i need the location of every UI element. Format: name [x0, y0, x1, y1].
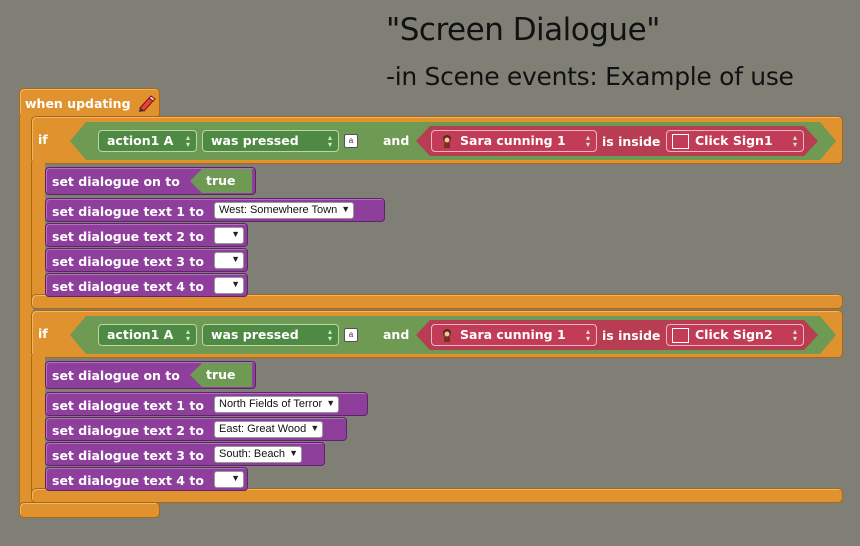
set-dialogue-text-label: set dialogue text 4 to [52, 279, 204, 294]
set-dialogue-text-label: set dialogue text 3 to [52, 448, 204, 463]
if-1-body-strip [31, 162, 45, 298]
region-swatch-icon [672, 134, 689, 149]
actor-dropdown[interactable]: Sara cunning 1 ▴ ▾ [431, 130, 597, 152]
set-dialogue-text-label: set dialogue text 4 to [52, 473, 204, 488]
dialogue-text-dropdown[interactable]: West: Somewhere Town ▼ [214, 202, 355, 219]
updown-icon: ▴ ▾ [792, 327, 797, 343]
dropdown-arrow-icon: ▼ [231, 229, 240, 239]
dropdown-arrow-icon: ▼ [231, 279, 240, 289]
actor-dropdown[interactable]: Sara cunning 1 ▴ ▾ [431, 324, 597, 346]
true-value[interactable]: true [190, 363, 252, 387]
region-swatch-icon [672, 328, 689, 343]
updown-icon: ▴ ▾ [185, 133, 190, 149]
dialogue-text-dropdown[interactable]: ▼ [214, 277, 244, 294]
updown-icon: ▴ ▾ [792, 133, 797, 149]
dialogue-text-dropdown[interactable]: ▼ [214, 471, 244, 488]
relation-label: is inside [602, 328, 661, 343]
set-dialogue-text-block[interactable]: set dialogue text 4 to ▼ [45, 467, 248, 491]
set-dialogue-on-label: set dialogue on to [52, 174, 180, 189]
control-dropdown[interactable]: action1 A ▴ ▾ [98, 130, 197, 152]
if-label: if [38, 132, 48, 147]
dialogue-text-dropdown[interactable]: South: Beach ▼ [214, 446, 303, 463]
updown-icon: ▴ ▾ [327, 327, 332, 343]
true-value[interactable]: true [190, 169, 252, 193]
set-dialogue-text-block[interactable]: set dialogue text 3 to South: Beach ▼ [45, 442, 325, 466]
event-footer [19, 502, 160, 518]
set-dialogue-on-block[interactable]: set dialogue on to true [45, 361, 256, 389]
dialogue-text-dropdown[interactable]: North Fields of Terror ▼ [214, 396, 340, 413]
set-dialogue-text-block[interactable]: set dialogue text 2 to ▼ [45, 223, 248, 247]
dialogue-text-dropdown[interactable]: ▼ [214, 252, 244, 269]
dialogue-text-dropdown[interactable]: ▼ [214, 227, 244, 244]
dialogue-text-dropdown[interactable]: East: Great Wood ▼ [214, 421, 324, 438]
set-dialogue-text-label: set dialogue text 1 to [52, 204, 204, 219]
updown-icon: ▴ ▾ [185, 327, 190, 343]
region-dropdown[interactable]: Click Sign1 ▴ ▾ [666, 130, 804, 152]
dropdown-arrow-icon: ▼ [326, 398, 336, 408]
key-icon[interactable]: a [344, 134, 358, 148]
key-icon[interactable]: a [344, 328, 358, 342]
set-dialogue-on-block[interactable]: set dialogue on to true [45, 167, 256, 195]
action-dropdown[interactable]: was pressed ▴ ▾ [202, 130, 339, 152]
pen-icon [139, 95, 156, 112]
page-title: "Screen Dialogue" [386, 12, 660, 48]
set-dialogue-on-label: set dialogue on to [52, 368, 180, 383]
action-dropdown[interactable]: was pressed ▴ ▾ [202, 324, 339, 346]
dropdown-arrow-icon: ▼ [289, 448, 299, 458]
set-dialogue-text-block[interactable]: set dialogue text 3 to ▼ [45, 248, 248, 272]
set-dialogue-text-block[interactable]: set dialogue text 4 to ▼ [45, 273, 248, 297]
dropdown-arrow-icon: ▼ [231, 254, 240, 264]
region-dropdown[interactable]: Click Sign2 ▴ ▾ [666, 324, 804, 346]
relation-label: is inside [602, 134, 661, 149]
dropdown-arrow-icon: ▼ [231, 473, 240, 483]
updown-icon: ▴ ▾ [327, 133, 332, 149]
updown-icon: ▴ ▾ [585, 133, 590, 149]
set-dialogue-text-block[interactable]: set dialogue text 1 to West: Somewhere T… [45, 198, 385, 222]
set-dialogue-text-label: set dialogue text 2 to [52, 229, 204, 244]
set-dialogue-text-label: set dialogue text 2 to [52, 423, 204, 438]
updown-icon: ▴ ▾ [585, 327, 590, 343]
and-label: and [383, 133, 410, 148]
event-label: when updating [25, 96, 131, 111]
when-updating-block[interactable]: when updating [19, 88, 160, 118]
set-dialogue-text-block[interactable]: set dialogue text 2 to East: Great Wood ▼ [45, 417, 347, 441]
character-sprite-icon [443, 135, 451, 148]
dropdown-arrow-icon: ▼ [341, 204, 351, 214]
set-dialogue-text-label: set dialogue text 1 to [52, 398, 204, 413]
page-subtitle: -in Scene events: Example of use [386, 62, 794, 91]
set-dialogue-text-block[interactable]: set dialogue text 1 to North Fields of T… [45, 392, 368, 416]
and-label: and [383, 327, 410, 342]
if-2-body-strip [31, 356, 45, 492]
dropdown-arrow-icon: ▼ [310, 423, 320, 433]
control-dropdown[interactable]: action1 A ▴ ▾ [98, 324, 197, 346]
character-sprite-icon [443, 329, 451, 342]
if-label: if [38, 326, 48, 341]
set-dialogue-text-label: set dialogue text 3 to [52, 254, 204, 269]
